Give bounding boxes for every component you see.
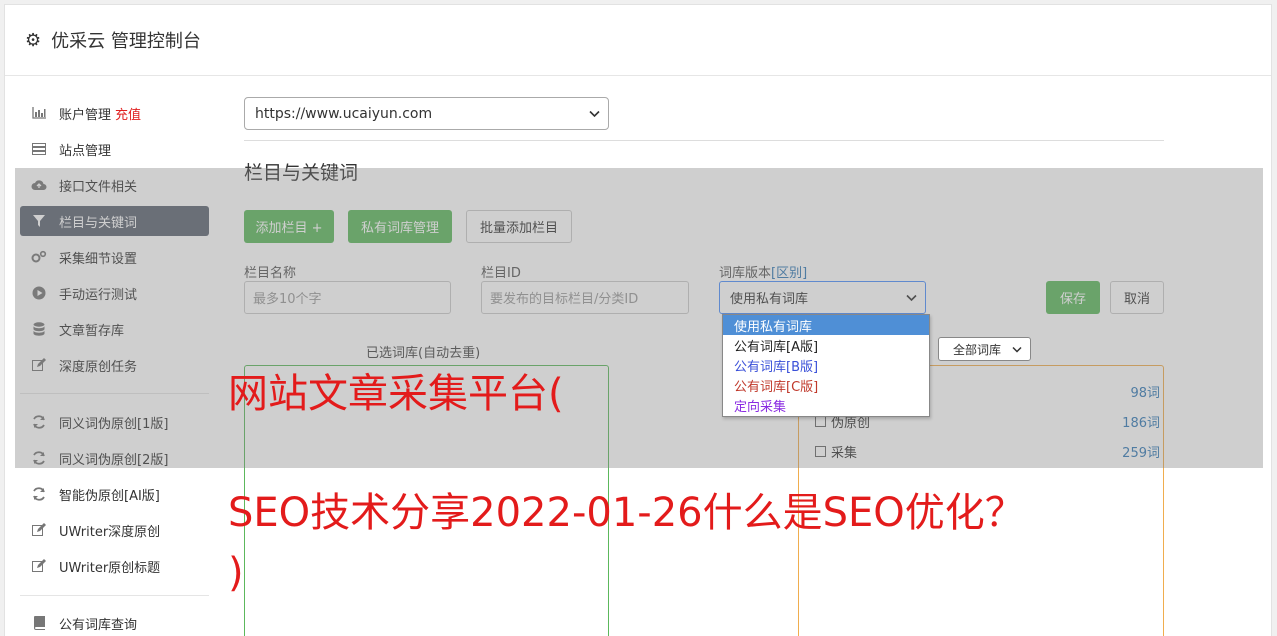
- edit-icon: [31, 559, 47, 573]
- lib-version-dropdown: 使用私有词库 公有词库[A版] 公有词库[B版] 公有词库[C版] 定向采集: [722, 314, 930, 417]
- gear-icon: ⚙: [25, 29, 42, 51]
- dropdown-option-private[interactable]: 使用私有词库: [723, 315, 929, 335]
- dropdown-option-public-b[interactable]: 公有词库[B版]: [723, 355, 929, 375]
- sidebar-item-label: UWriter深度原创: [59, 524, 161, 540]
- dropdown-option-public-a[interactable]: 公有词库[A版]: [723, 335, 929, 355]
- site-select-value: https://www.ucaiyun.com: [255, 105, 433, 122]
- server-icon: [31, 142, 47, 156]
- bar-chart-icon: [31, 106, 47, 120]
- sidebar-item-label: 站点管理: [59, 143, 112, 159]
- sidebar-item-public-lib[interactable]: 公有词库查询: [20, 608, 209, 636]
- sidebar-item-label: 账户管理: [59, 107, 112, 123]
- site-select[interactable]: https://www.ucaiyun.com: [244, 97, 609, 130]
- overlay-text-line2: SEO技术分享2022-01-26什么是SEO优化？: [228, 490, 1025, 536]
- sidebar-item-uwriter-deep[interactable]: UWriter深度原创: [20, 515, 209, 545]
- overlay-text-line3: ): [228, 550, 244, 596]
- all-libs-select[interactable]: 全部词库: [938, 337, 1031, 361]
- refresh-icon: [31, 487, 47, 501]
- overlay-text-line1: 网站文章采集平台(: [228, 371, 564, 417]
- sidebar-item-label: 公有词库查询: [59, 617, 138, 633]
- sidebar-item-label: UWriter原创标题: [59, 560, 161, 576]
- divider: [244, 140, 1164, 141]
- book-icon: [31, 616, 47, 630]
- sidebar-item-account[interactable]: 账户管理 充值: [20, 98, 209, 128]
- sidebar-item-uwriter-title[interactable]: UWriter原创标题: [20, 551, 209, 581]
- all-libs-value: 全部词库: [953, 342, 1002, 357]
- chevron-down-icon: [589, 107, 600, 120]
- sidebar-divider: [20, 595, 209, 596]
- recharge-link[interactable]: 充值: [115, 104, 141, 123]
- sidebar-item-label: 智能伪原创[AI版]: [59, 488, 160, 504]
- sidebar-item-ai-original[interactable]: 智能伪原创[AI版]: [20, 479, 209, 509]
- page-title: 优采云 管理控制台: [51, 31, 201, 52]
- dropdown-option-public-c[interactable]: 公有词库[C版]: [723, 375, 929, 395]
- header: ⚙ 优采云 管理控制台: [5, 5, 1271, 76]
- edit-icon: [31, 523, 47, 537]
- chevron-down-icon: [1012, 343, 1022, 356]
- sidebar-item-sites[interactable]: 站点管理: [20, 134, 209, 164]
- overlay-band: [15, 168, 1263, 468]
- dropdown-option-directed[interactable]: 定向采集: [723, 395, 929, 415]
